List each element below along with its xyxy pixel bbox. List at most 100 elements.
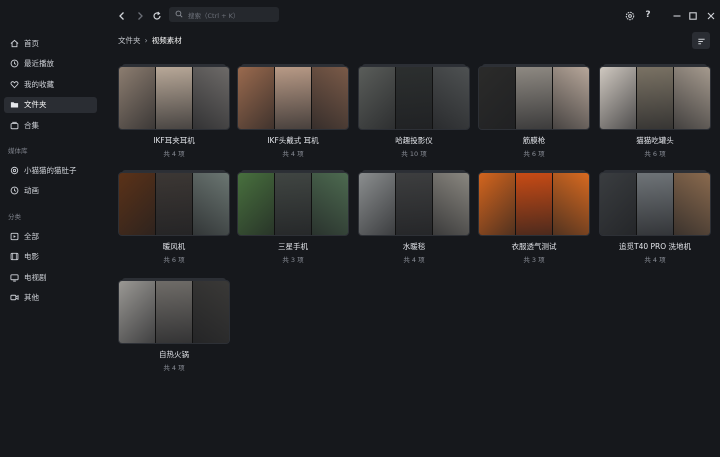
refresh-icon xyxy=(152,6,162,25)
topbar: 搜索（Ctrl + K） ? xyxy=(107,0,720,30)
thumbnail-panel xyxy=(312,173,348,235)
folder-card[interactable]: 自热火锅共 4 项 xyxy=(118,278,230,376)
folder-thumbnail xyxy=(237,66,349,130)
folder-icon xyxy=(9,100,19,110)
sidebar-item-label: 文件夹 xyxy=(24,100,47,109)
folder-thumbnail xyxy=(237,172,349,236)
sidebar-item-label: 其他 xyxy=(24,293,39,302)
refresh-button[interactable] xyxy=(150,8,164,22)
breadcrumb-root[interactable]: 文件夹 xyxy=(118,35,141,46)
thumbnail-panel xyxy=(119,173,156,235)
search-icon xyxy=(175,10,188,20)
sidebar-categories: 全部 电影 电视剧 其他 xyxy=(0,228,107,310)
thumbnail-panel xyxy=(433,67,469,129)
folder-title: IKF头戴式 耳机 xyxy=(267,136,319,145)
sidebar-item-movies[interactable]: 电影 xyxy=(4,249,97,265)
folder-card[interactable]: 猫猫吃罐头共 6 项 xyxy=(599,64,711,162)
maximize-icon xyxy=(688,6,698,25)
thumbnail-panel xyxy=(359,67,396,129)
sidebar-item-tv[interactable]: 电视剧 xyxy=(4,269,97,285)
thumbnail-panel xyxy=(600,173,637,235)
folder-title: 追觅T40 PRO 洗地机 xyxy=(618,242,692,251)
chevron-right-icon: › xyxy=(144,36,148,45)
thumbnail-panel xyxy=(119,281,156,343)
minimize-button[interactable] xyxy=(670,8,684,22)
thumbnail-panel xyxy=(312,67,348,129)
thumbnail-panel xyxy=(193,281,229,343)
folder-card[interactable]: 衣服透气测试共 3 项 xyxy=(478,170,590,268)
forward-button[interactable] xyxy=(133,8,147,22)
folder-card[interactable]: 水暖毯共 4 项 xyxy=(358,170,470,268)
folder-item-count: 共 4 项 xyxy=(403,256,425,264)
folder-thumbnail xyxy=(358,66,470,130)
folder-card[interactable]: 哈趣投影仪共 10 项 xyxy=(358,64,470,162)
help-button[interactable]: ? xyxy=(641,8,655,22)
folder-card[interactable]: IKF头戴式 耳机共 4 项 xyxy=(237,64,349,162)
folder-card[interactable]: 追觅T40 PRO 洗地机共 4 项 xyxy=(599,170,711,268)
thumbnail-panel xyxy=(637,67,674,129)
sidebar-item-recent[interactable]: 最近播放 xyxy=(4,56,97,72)
search-input[interactable]: 搜索（Ctrl + K） xyxy=(169,7,279,22)
folder-title: 衣服透气测试 xyxy=(511,242,557,251)
folder-title: 自热火锅 xyxy=(159,350,189,359)
sidebar-item-label: 动画 xyxy=(24,186,39,195)
settings-button[interactable] xyxy=(623,8,637,22)
folder-thumbnail xyxy=(478,172,590,236)
thumbnail-panel xyxy=(396,173,433,235)
sidebar-item-collections[interactable]: 合集 xyxy=(4,117,97,133)
thumbnail-panel xyxy=(553,173,589,235)
play-box-icon xyxy=(9,231,19,241)
sidebar-item-label: 电影 xyxy=(24,252,39,261)
thumbnail-panel xyxy=(553,67,589,129)
thumbnail-panel xyxy=(516,67,553,129)
chevron-right-icon xyxy=(135,6,145,25)
folder-thumbnail xyxy=(358,172,470,236)
minimize-icon xyxy=(672,6,682,25)
thumbnail-panel xyxy=(637,173,674,235)
thumbnail-panel xyxy=(275,67,312,129)
thumbnail-panel xyxy=(396,67,433,129)
folder-item-count: 共 4 项 xyxy=(282,150,304,158)
thumbnail-panel xyxy=(193,67,229,129)
sidebar-item-favorites[interactable]: 我的收藏 xyxy=(4,76,97,92)
folder-card[interactable]: 三星手机共 3 项 xyxy=(237,170,349,268)
sort-button[interactable] xyxy=(692,32,710,49)
thumbnail-panel xyxy=(674,67,710,129)
folder-thumbnail xyxy=(118,172,230,236)
sidebar-library: 小猫猫的猫肚子 动画 xyxy=(0,162,107,203)
thumbnail-panel xyxy=(238,67,275,129)
thumbnail-panel xyxy=(479,173,516,235)
search-placeholder: 搜索（Ctrl + K） xyxy=(188,11,240,20)
thumbnail-panel xyxy=(600,67,637,129)
folder-title: 哈趣投影仪 xyxy=(395,136,433,145)
sidebar-item-folders[interactable]: 文件夹 xyxy=(4,96,97,113)
thumbnail-panel xyxy=(479,67,516,129)
help-icon: ? xyxy=(645,10,651,20)
sidebar-item-label: 电视剧 xyxy=(24,272,47,282)
folder-thumbnail xyxy=(599,172,711,236)
sidebar-item-all[interactable]: 全部 xyxy=(4,228,97,244)
close-button[interactable] xyxy=(704,8,718,22)
folder-item-count: 共 6 项 xyxy=(163,256,185,264)
folder-item-count: 共 3 项 xyxy=(282,256,304,264)
sidebar-item-other[interactable]: 其他 xyxy=(4,290,97,306)
back-button[interactable] xyxy=(115,8,129,22)
thumbnail-panel xyxy=(275,173,312,235)
sidebar-item-anime[interactable]: 动画 xyxy=(4,183,97,199)
sidebar-item-library-cat[interactable]: 小猫猫的猫肚子 xyxy=(4,162,97,178)
thumbnail-panel xyxy=(193,173,229,235)
maximize-button[interactable] xyxy=(686,8,700,22)
thumbnail-panel xyxy=(433,173,469,235)
thumbnail-panel xyxy=(156,173,193,235)
thumbnail-panel xyxy=(516,173,553,235)
folder-item-count: 共 4 项 xyxy=(163,150,185,158)
home-icon xyxy=(9,38,19,48)
folder-card[interactable]: IKF耳夹耳机共 4 项 xyxy=(118,64,230,162)
thumbnail-panel xyxy=(119,67,156,129)
folder-item-count: 共 6 项 xyxy=(523,150,545,158)
sidebar-item-label: 合集 xyxy=(24,120,39,130)
folder-item-count: 共 6 项 xyxy=(644,150,666,158)
folder-card[interactable]: 暖风机共 6 项 xyxy=(118,170,230,268)
sidebar-item-home[interactable]: 首页 xyxy=(4,35,97,51)
folder-card[interactable]: 筋膜枪共 6 项 xyxy=(478,64,590,162)
